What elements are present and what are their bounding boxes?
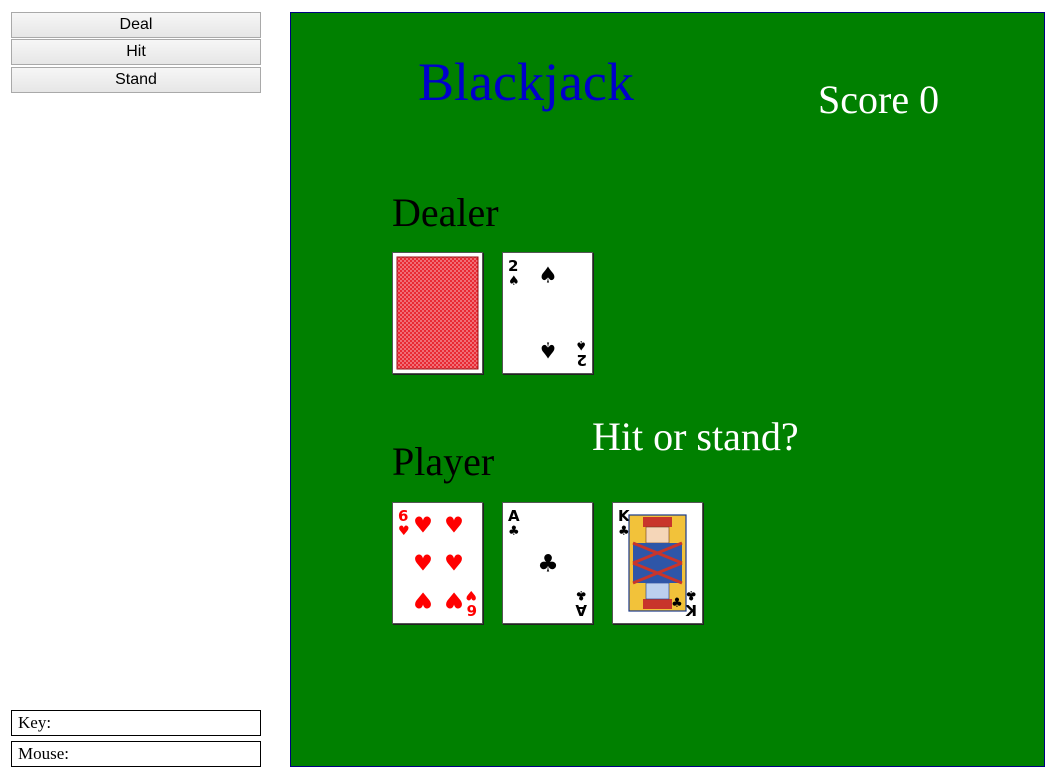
card-suit-bottom: ♥ [465,587,477,602]
card-suit-top: ♣ [618,524,630,539]
card-rank-bottom: 2 [577,351,587,369]
mouse-status-label: Mouse: [18,744,69,763]
stand-button[interactable]: Stand [11,67,261,93]
card-suit-top: ♥ [398,524,410,539]
card-suit-pip: ♥ [444,586,464,611]
card-suit-pip: ♠ [538,264,558,289]
game-canvas[interactable]: Blackjack Score 0 Dealer Hit or stand? P… [290,12,1045,767]
score-display: Score 0 [818,77,940,122]
card-suit-top: ♠ [508,274,520,289]
player-label: Player [392,439,495,484]
deal-button[interactable]: Deal [11,12,261,38]
mouse-status: Mouse: [11,741,261,767]
hit-button[interactable]: Hit [11,39,261,65]
player-card-3: K ♣ K ♣ ♣ [612,502,703,624]
dealer-card-2: 2 ♠ 2 ♠ ♠ ♠ [502,252,593,374]
card-suit-pip: ♠ [538,336,558,361]
card-rank-bottom: 6 [467,601,477,619]
game-message: Hit or stand? [592,414,799,459]
card-suit-bottom: ♣ [685,587,697,602]
card-rank-top: A [508,507,520,525]
card-rank-top: 2 [508,257,518,275]
key-status: Key: [11,710,261,736]
dealer-label: Dealer [392,190,499,235]
card-back-pattern [396,256,479,370]
dealer-card-1 [392,252,483,374]
card-rank-bottom: A [575,601,587,619]
card-suit-bottom: ♣ [575,587,587,602]
card-suit-pip: ♥ [444,552,464,577]
card-suit-pip: ♥ [413,552,433,577]
card-rank-top: 6 [398,507,408,525]
card-suit-pip: ♥ [413,514,433,539]
card-suit-pip: ♥ [444,514,464,539]
game-title: Blackjack [418,52,634,112]
key-status-label: Key: [18,713,52,732]
card-suit-pip: ♥ [413,586,433,611]
player-card-1: 6 ♥ 6 ♥ ♥ ♥ ♥ ♥ ♥ ♥ [392,502,483,624]
player-card-2: A ♣ A ♣ ♣ [502,502,593,624]
card-suit-bottom: ♠ [575,337,587,352]
card-suit-pip: ♣ [537,549,559,577]
card-suit-pip: ♣ [671,596,683,611]
card-suit-top: ♣ [508,524,520,539]
